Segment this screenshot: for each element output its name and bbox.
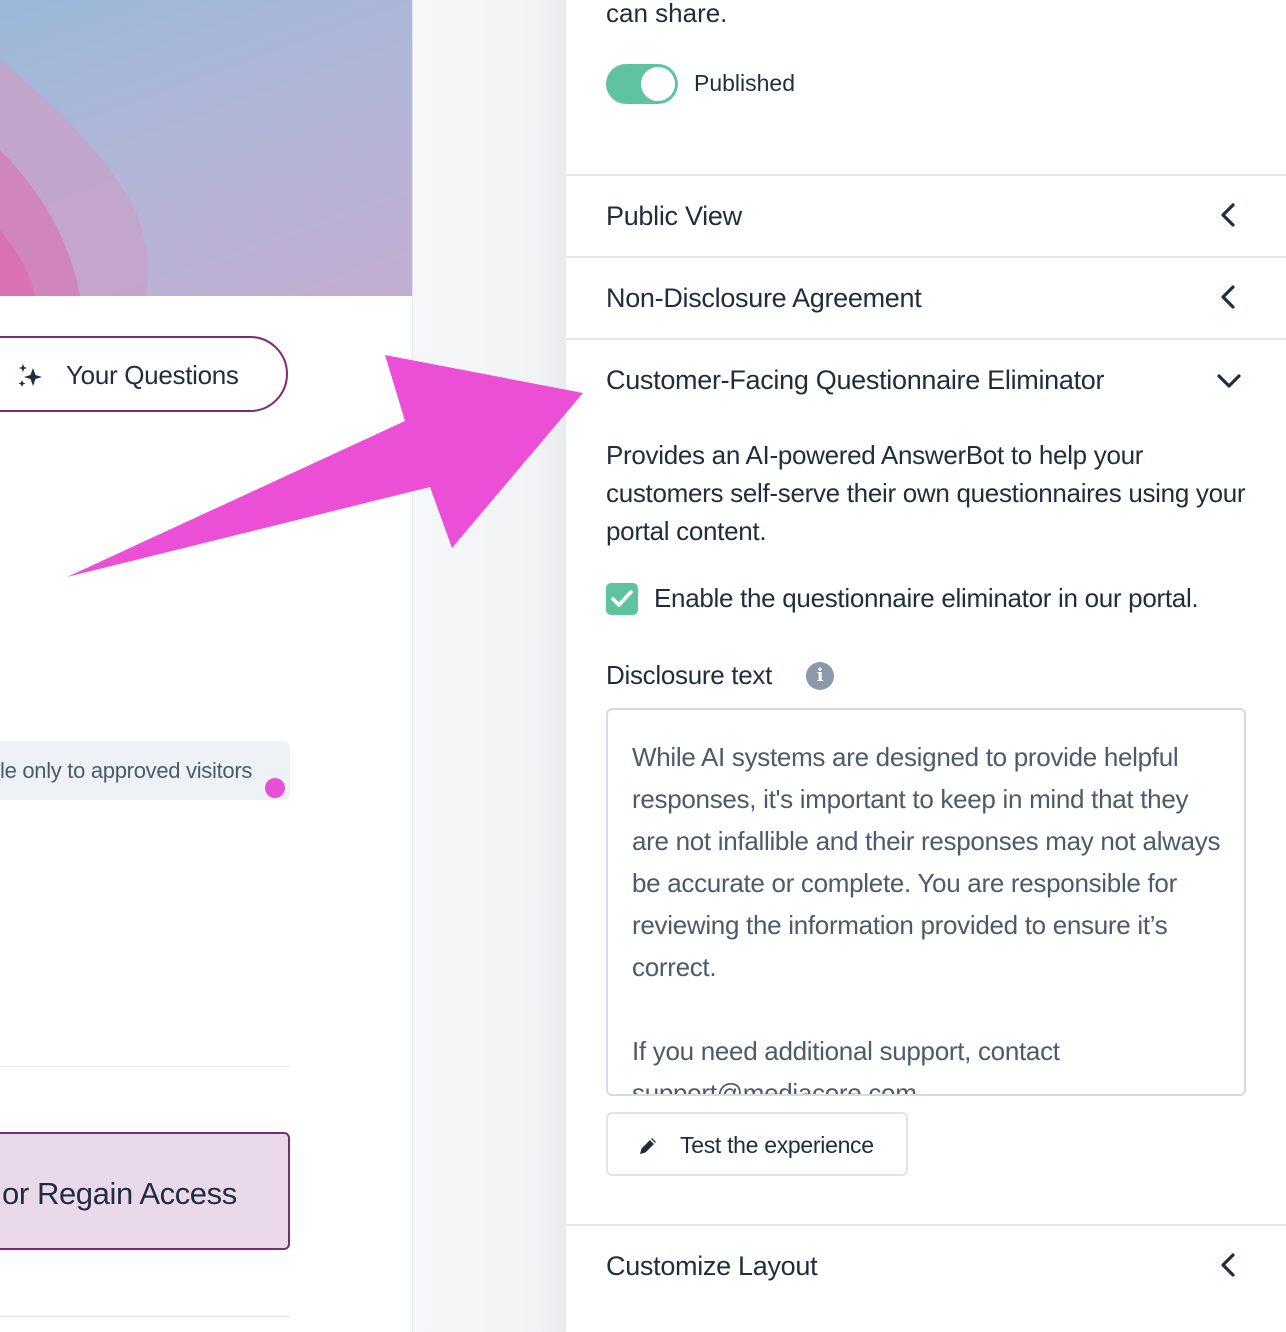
regain-access-button[interactable]: or Regain Access (0, 1132, 290, 1250)
section-title: Public View (606, 201, 742, 231)
disclosure-text-label: Disclosure text (606, 660, 772, 690)
test-experience-button[interactable]: Test the experience (606, 1112, 908, 1176)
divider (0, 1316, 290, 1317)
enable-eliminator-label: Enable the questionnaire eliminator in o… (654, 583, 1199, 613)
hero-banner (0, 0, 412, 296)
checkmark-icon (611, 590, 633, 607)
visitors-notice-text: le only to approved visitors (0, 758, 253, 783)
chevron-down-icon (1217, 374, 1241, 388)
your-questions-button[interactable]: Your Questions (0, 336, 288, 412)
enable-eliminator-checkbox[interactable] (606, 583, 638, 615)
section-customize-layout[interactable]: Customize Layout (566, 1224, 1286, 1306)
divider (0, 1066, 290, 1067)
regain-access-label: or Regain Access (2, 1176, 237, 1211)
section-title: Customize Layout (606, 1251, 818, 1281)
your-questions-label: Your Questions (66, 360, 239, 390)
hero-decoration (0, 60, 148, 296)
annotation-dot (265, 778, 285, 798)
visitors-notice: le only to approved visitors (0, 741, 290, 800)
share-text: can share. (606, 0, 728, 28)
info-icon[interactable]: i (806, 662, 834, 690)
toggle-knob (641, 67, 675, 101)
section-questionnaire-eliminator[interactable]: Customer-Facing Questionnaire Eliminator (566, 338, 1286, 420)
test-experience-label: Test the experience (680, 1132, 874, 1158)
section-public-view[interactable]: Public View (566, 174, 1286, 256)
section-title: Non-Disclosure Agreement (606, 283, 922, 313)
eliminator-description: Provides an AI-powered AnswerBot to help… (606, 440, 1246, 546)
chevron-left-icon (1221, 285, 1235, 309)
published-toggle[interactable] (606, 64, 678, 104)
settings-panel: can share. Published Public View Non-Dis… (566, 0, 1286, 1332)
section-title: Customer-Facing Questionnaire Eliminator (606, 365, 1105, 395)
chevron-left-icon (1221, 203, 1235, 227)
sparkles-icon (18, 364, 42, 387)
disclosure-textarea[interactable]: While AI systems are designed to provide… (606, 708, 1246, 1096)
section-nda[interactable]: Non-Disclosure Agreement (566, 256, 1286, 338)
chevron-left-icon (1221, 1253, 1235, 1277)
disclosure-textarea-value: While AI systems are designed to provide… (632, 742, 1221, 1096)
portal-preview: Your Questions le only to approved visit… (0, 0, 412, 1332)
published-label: Published (694, 70, 796, 96)
panel-gutter (412, 0, 566, 1332)
pencil-icon (640, 1138, 656, 1154)
